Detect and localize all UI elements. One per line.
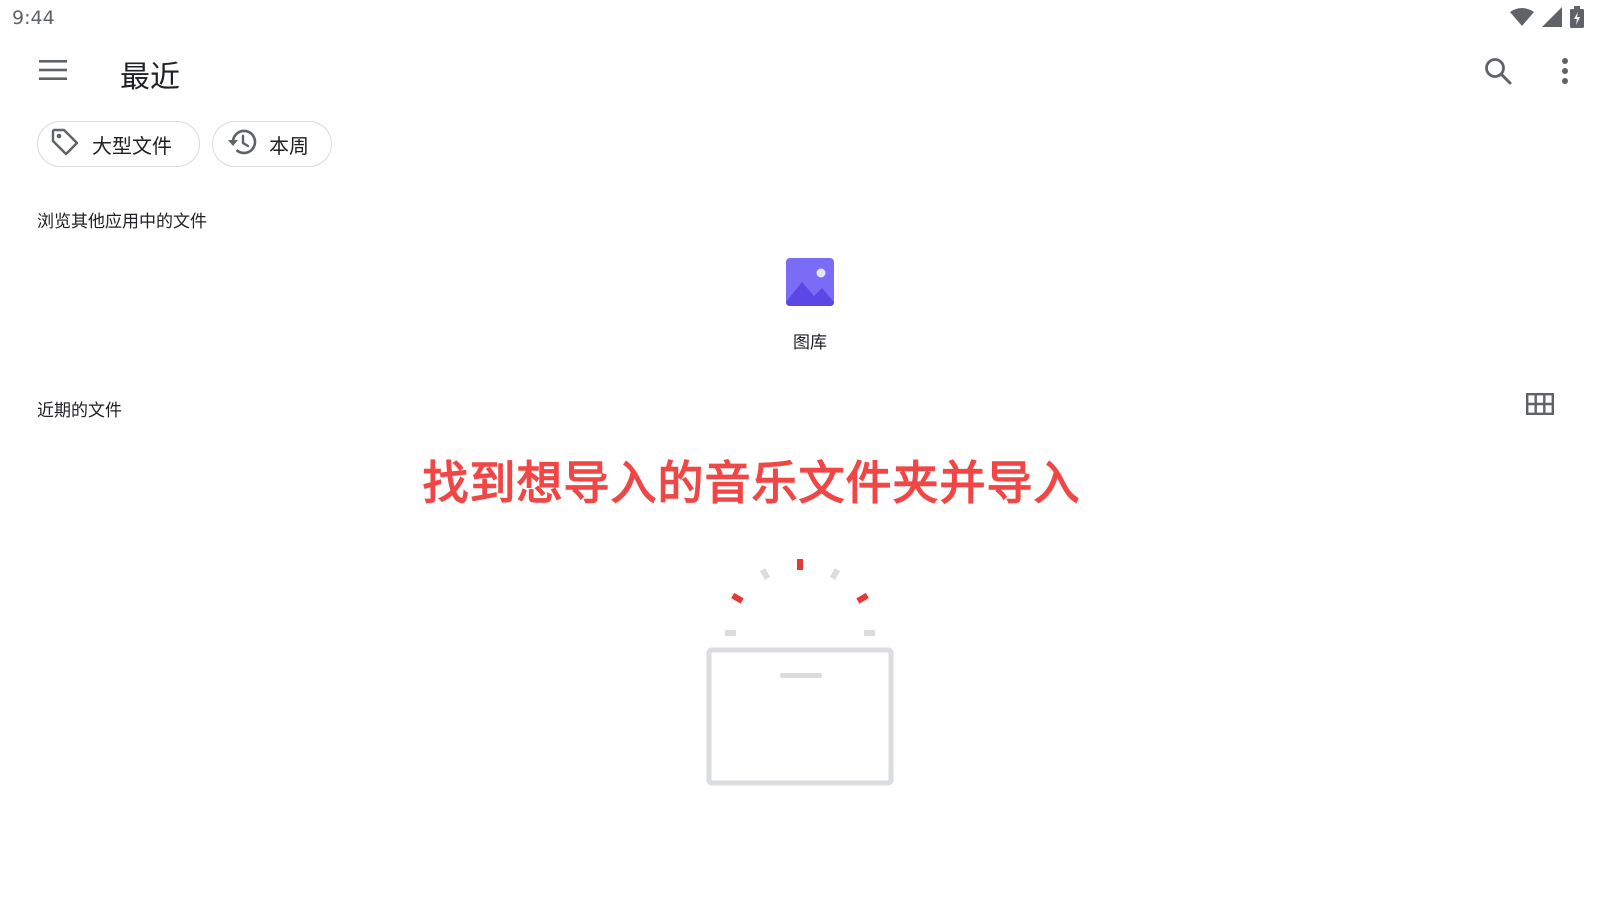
search-icon [1483,56,1513,90]
more-options-button[interactable] [1545,50,1585,96]
status-time: 9:44 [12,7,55,29]
navigation-menu-button[interactable] [30,52,76,92]
grid-view-toggle[interactable] [1522,390,1558,422]
chip-label: 大型文件 [92,133,172,158]
page-title: 最近 [120,60,180,95]
chip-label: 本周 [269,133,309,158]
history-icon [225,127,257,161]
grid-view-icon [1526,393,1555,419]
chip-large-files[interactable]: 大型文件 [37,121,200,167]
wifi-icon [1510,7,1534,31]
tag-icon [50,127,80,161]
signal-icon [1542,7,1562,31]
root-gallery[interactable]: 图库 [760,258,860,353]
status-icons [1510,6,1584,32]
more-vert-icon [1561,57,1569,89]
empty-state [700,555,900,799]
hamburger-menu-icon [39,59,67,85]
instruction-annotation: 找到想导入的音乐文件夹并导入 [422,456,1081,510]
empty-box-icon [700,559,900,799]
browse-section-label: 浏览其他应用中的文件 [37,212,207,232]
recent-section-label: 近期的文件 [37,401,122,421]
chip-this-week[interactable]: 本周 [212,121,332,167]
root-gallery-label: 图库 [793,333,827,353]
gallery-photo-icon [786,258,834,310]
search-button[interactable] [1475,50,1521,96]
battery-icon [1570,6,1584,32]
